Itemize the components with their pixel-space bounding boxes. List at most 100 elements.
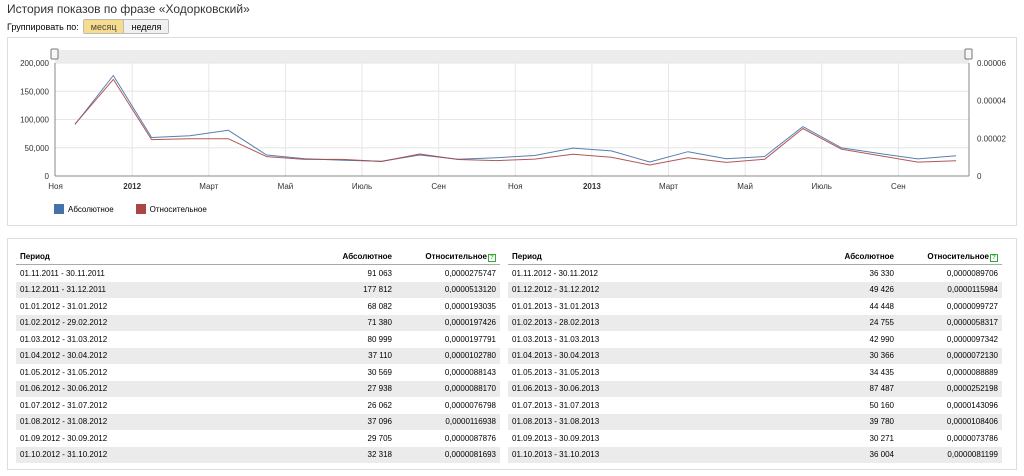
stats-table-panel: Период Абсолютное Относительное? 01.11.2… [7, 238, 1017, 470]
x-tick-label: 2012 [123, 182, 141, 191]
table-row: 01.01.2013 - 31.01.2013 44 448 0,000009972… [508, 298, 1002, 315]
cell-relative: 0,0000088143 [444, 367, 496, 377]
page-title: История показов по фразе «Ходорковский» [7, 2, 250, 16]
cell-absolute: 71 380 [274, 314, 396, 331]
x-tick-label: 2013 [583, 182, 601, 191]
cell-period: 01.07.2012 - 31.07.2012 [20, 400, 108, 410]
y-right-tick-label: 0.00002 [977, 134, 1006, 143]
cell-period: 01.05.2013 - 31.05.2013 [512, 367, 600, 377]
y-left-tick-label: 200,000 [20, 59, 49, 68]
cell-period: 01.02.2013 - 28.02.2013 [508, 314, 776, 331]
cell-relative: 0,0000058317 [898, 314, 1002, 331]
y-left-tick-label: 0 [45, 172, 50, 181]
legend-item-absolute[interactable]: Абсолютное [54, 204, 114, 214]
column-header-absolute: Абсолютное [274, 249, 396, 265]
x-tick-label: Сен [431, 182, 446, 191]
cell-period: 01.04.2013 - 30.04.2013 [508, 347, 776, 364]
cell-relative: 0,0000513120 [396, 281, 500, 298]
cell-relative: 0,0000143096 [946, 400, 998, 410]
cell-period: 01.12.2011 - 31.12.2011 [16, 281, 274, 298]
cell-period: 01.01.2013 - 31.01.2013 [512, 301, 600, 311]
y-right-tick-label: 0 [977, 172, 982, 181]
cell-relative: 0,0000116938 [396, 413, 500, 430]
cell-absolute: 24 755 [776, 314, 898, 331]
cell-period: 01.12.2012 - 31.12.2012 [508, 281, 776, 298]
cell-period: 01.06.2013 - 30.06.2013 [508, 380, 776, 397]
column-header-relative: Относительное? [396, 249, 500, 265]
cell-relative: 0,0000099727 [946, 301, 998, 311]
cell-relative: 0,0000081199 [898, 446, 1002, 463]
cell-absolute: 26 062 [367, 400, 392, 410]
table-row: 01.01.2012 - 31.01.2012 68 082 0,000019303… [16, 298, 500, 315]
group-by-label: Группировать по: [7, 21, 79, 32]
x-tick-label: Март [659, 182, 678, 191]
y-left-tick-label: 100,000 [20, 116, 49, 125]
cell-relative: 0,0000089706 [946, 268, 998, 278]
table-row: 01.12.2012 - 31.12.2012 49 426 0,000011598… [508, 281, 1002, 298]
cell-period: 01.02.2012 - 29.02.2012 [16, 314, 274, 331]
navigator-bar [55, 50, 969, 63]
cell-relative: 0,0000097342 [946, 334, 998, 344]
cell-relative: 0,0000081693 [396, 446, 500, 463]
legend-item-relative[interactable]: Относительное [135, 204, 207, 214]
x-tick-label: Июль [352, 182, 372, 191]
table-row: 01.05.2013 - 31.05.2013 34 435 0,000008888… [508, 364, 1002, 381]
cell-absolute: 30 366 [776, 347, 898, 364]
cell-absolute: 37 096 [274, 413, 396, 430]
chart-panel: 200,000 150,000 100,000 50,000 0 0.00006 0.000… [7, 37, 1017, 226]
cell-period: 01.04.2012 - 30.04.2012 [16, 347, 274, 364]
group-week-button[interactable]: неделя [123, 20, 169, 33]
column-header-relative-label: Относительное [927, 251, 989, 261]
cell-relative: 0,0000193035 [444, 301, 496, 311]
table-row: 01.03.2012 - 31.03.2012 80 999 0,000019779… [16, 331, 500, 348]
cell-relative: 0,0000197791 [444, 334, 496, 344]
legend-label-relative: Относительное [149, 204, 207, 214]
table-row: 01.11.2012 - 30.11.2012 36 330 0,000008970… [508, 265, 1002, 282]
group-by-toggle: месяц неделя [82, 19, 170, 34]
cell-period: 01.03.2013 - 31.03.2013 [512, 334, 600, 344]
table-row: 01.06.2012 - 30.06.2012 27 938 0,000008817… [16, 380, 500, 397]
column-header-relative-label: Относительное [425, 251, 487, 261]
table-row: 01.08.2012 - 31.08.2012 37 096 0,000011693… [16, 413, 500, 430]
y-right-tick-label: 0.00004 [977, 97, 1006, 106]
table-row: 01.03.2013 - 31.03.2013 42 990 0,000009734… [508, 331, 1002, 348]
cell-relative: 0,0000252198 [898, 380, 1002, 397]
cell-absolute: 68 082 [367, 301, 392, 311]
navigator-handle-right [964, 48, 973, 60]
cell-absolute: 30 271 [869, 433, 894, 443]
cell-relative: 0,0000275747 [444, 268, 496, 278]
legend-swatch-absolute [54, 204, 64, 214]
column-header-absolute: Абсолютное [776, 249, 898, 265]
cell-period: 01.11.2011 - 30.11.2011 [20, 268, 105, 278]
table-row: 01.07.2012 - 31.07.2012 26 062 0,000007679… [16, 397, 500, 414]
x-tick-label: Сен [891, 182, 906, 191]
x-tick-label: Май [278, 182, 294, 191]
cell-relative: 0,0000076798 [444, 400, 496, 410]
cell-relative: 0,0000197426 [396, 314, 500, 331]
cell-absolute: 50 160 [869, 400, 894, 410]
column-header-relative: Относительное? [898, 249, 1002, 265]
help-icon[interactable]: ? [990, 253, 998, 262]
table-row: 01.04.2013 - 30.04.2013 30 366 0,000007213… [508, 347, 1002, 364]
group-month-button[interactable]: месяц [83, 20, 124, 33]
table-row: 01.06.2013 - 30.06.2013 87 487 0,000025219… [508, 380, 1002, 397]
cell-relative: 0,0000102780 [396, 347, 500, 364]
line-chart: 200,000 150,000 100,000 50,000 0 0.00006 0.000… [20, 48, 1006, 191]
stats-table-left: Период Абсолютное Относительное? 01.11.2… [16, 249, 500, 463]
cell-absolute: 29 705 [367, 433, 392, 443]
cell-absolute: 42 990 [869, 334, 894, 344]
y-left-tick-label: 50,000 [25, 144, 50, 153]
table-row: 01.02.2012 - 29.02.2012 71 380 0,000019742… [16, 314, 500, 331]
help-icon[interactable]: ? [488, 253, 496, 262]
column-header-period: Период [508, 249, 776, 265]
table-row: 01.10.2012 - 31.10.2012 32 318 0,000008169… [16, 446, 500, 463]
table-row: 01.07.2013 - 31.07.2013 50 160 0,000014309… [508, 397, 1002, 414]
cell-relative: 0,0000088889 [946, 367, 998, 377]
cell-relative: 0,0000087876 [444, 433, 496, 443]
cell-period: 01.09.2012 - 30.09.2012 [20, 433, 108, 443]
x-tick-label: Март [199, 182, 218, 191]
cell-period: 01.07.2013 - 31.07.2013 [512, 400, 600, 410]
table-row: 01.05.2012 - 31.05.2012 30 569 0,000008814… [16, 364, 500, 381]
navigator-handle-left [50, 48, 59, 60]
cell-absolute: 44 448 [869, 301, 894, 311]
